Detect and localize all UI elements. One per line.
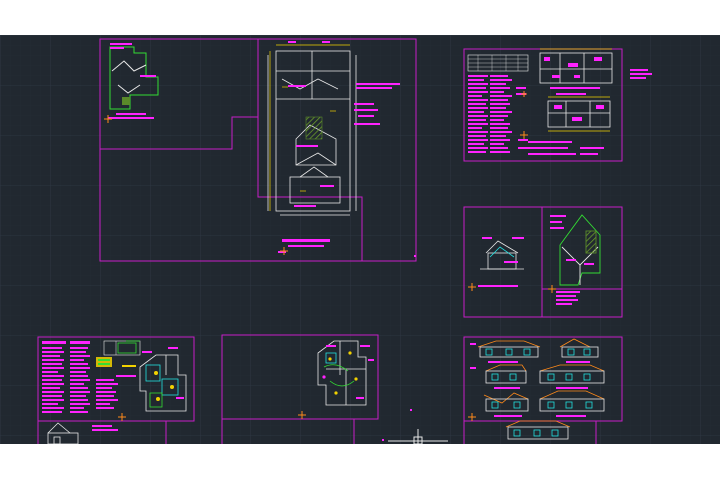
grid (0, 35, 720, 444)
drawing-canvas[interactable] (0, 35, 720, 444)
hatch-area (305, 116, 323, 140)
cad-model-space[interactable] (0, 35, 720, 444)
